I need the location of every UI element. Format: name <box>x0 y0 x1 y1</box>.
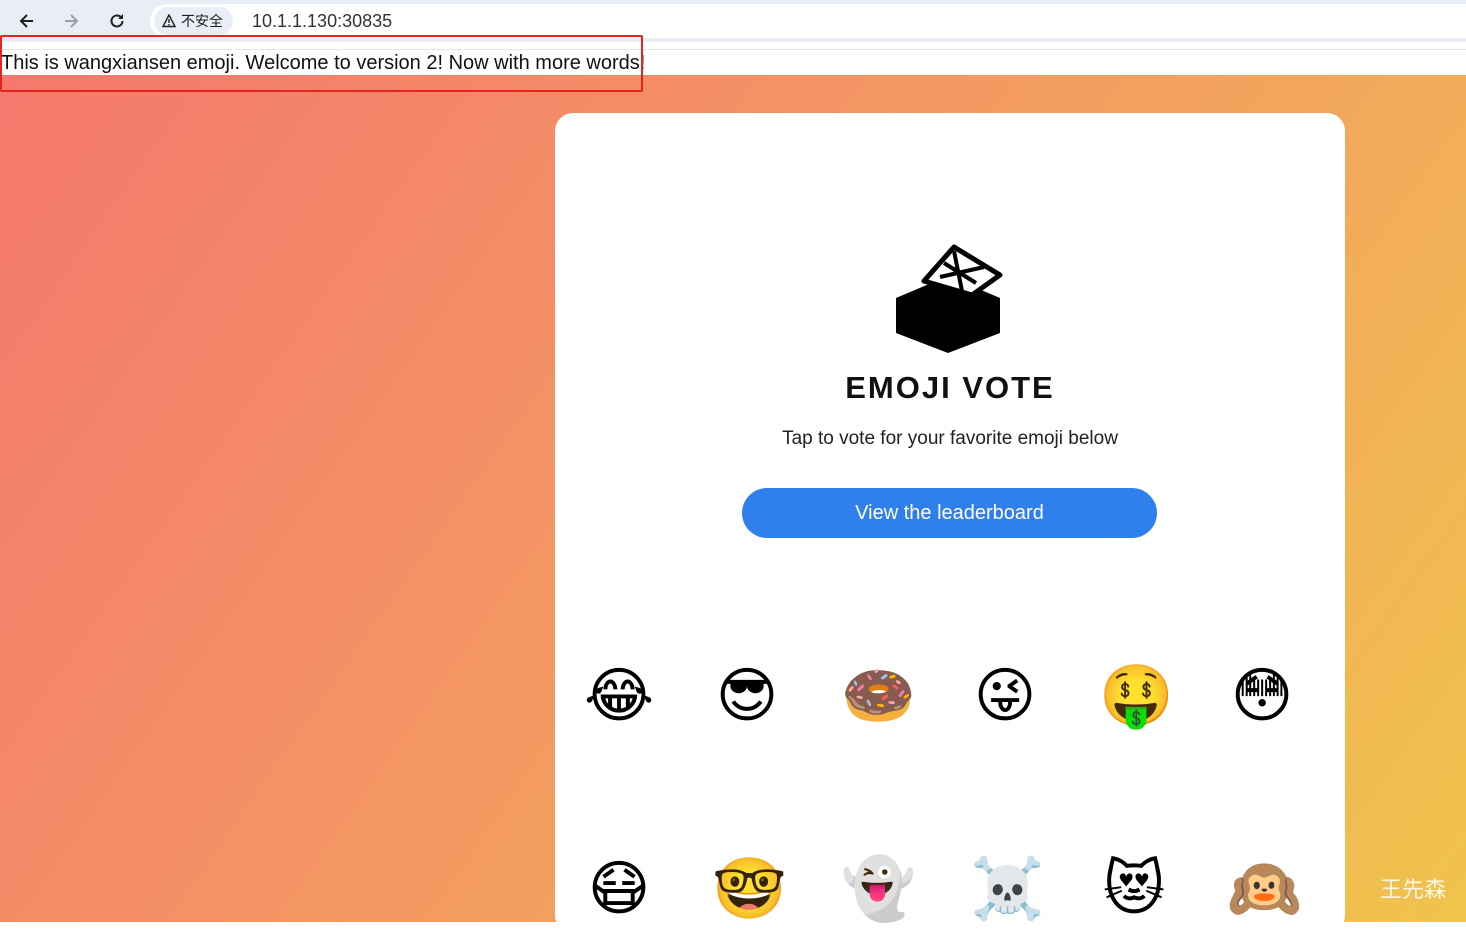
ballot-box-icon <box>896 244 1003 353</box>
back-arrow-icon <box>19 14 33 28</box>
security-indicator[interactable]: 不安全 <box>154 7 233 35</box>
forward-arrow-icon <box>65 14 79 28</box>
emoji-heart-eyes-cat[interactable]: 😻 <box>1099 854 1169 924</box>
warning-icon <box>162 14 176 28</box>
watermark: 王先森 <box>1379 878 1446 903</box>
emoji-ghost[interactable]: 👻 <box>841 854 916 924</box>
page-subtitle: Tap to vote for your favorite emoji belo… <box>782 428 1118 449</box>
page-title: EMOJI VOTE <box>845 370 1055 405</box>
vote-card: EMOJI VOTE Tap to vote for your favorite… <box>555 113 1345 933</box>
emoji-sunglasses[interactable]: 😎 <box>712 661 782 731</box>
emoji-doughnut[interactable]: 🍩 <box>841 661 916 731</box>
leaderboard-button[interactable]: View the leaderboard <box>742 488 1157 538</box>
emoji-winking-tongue[interactable]: 😜 <box>970 661 1040 731</box>
url-text[interactable]: 10.1.1.130:30835 <box>252 11 392 32</box>
emoji-joy[interactable]: 😂 <box>584 661 654 731</box>
emoji-hear-no-evil-monkey[interactable]: 🙉 <box>1227 854 1302 924</box>
address-bar[interactable]: 不安全 10.1.1.130:30835 <box>150 4 1466 38</box>
back-button[interactable] <box>14 8 40 34</box>
page-content: This is wangxiansen emoji. Welcome to ve… <box>0 35 1466 933</box>
forward-button[interactable] <box>58 8 84 34</box>
security-label: 不安全 <box>181 13 223 29</box>
emoji-nerd[interactable]: 🤓 <box>712 854 787 924</box>
annotation-highlight-box <box>0 35 643 92</box>
emoji-skull-crossbones[interactable]: ☠️ <box>970 854 1045 924</box>
emoji-money-mouth[interactable]: 🤑 <box>1099 661 1174 731</box>
emoji-mask[interactable]: 😷 <box>584 854 654 924</box>
reload-icon <box>110 14 124 28</box>
reload-button[interactable] <box>104 8 130 34</box>
emoji-flushed[interactable]: 😳 <box>1227 661 1297 731</box>
